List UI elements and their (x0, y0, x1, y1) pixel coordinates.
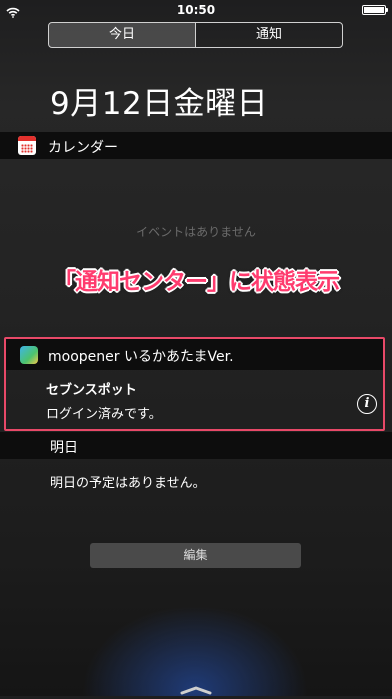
battery-icon (362, 5, 388, 15)
no-events-message: イベントはありません (136, 225, 256, 239)
date-heading: 9月12日金曜日 (50, 86, 269, 122)
chevron-grabber-icon[interactable] (180, 680, 212, 699)
calendar-section-header[interactable]: カレンダー (0, 132, 392, 159)
tomorrow-message: 明日の予定はありません。 (50, 476, 206, 491)
widget-highlight-frame (4, 337, 385, 431)
tomorrow-section-header: 明日 (0, 432, 392, 459)
status-bar: 10:50 (0, 0, 392, 20)
tab-today[interactable]: 今日 (49, 23, 196, 47)
tomorrow-section-title: 明日 (50, 440, 78, 456)
edit-button[interactable]: 編集 (90, 543, 301, 568)
annotation-banner: 「通知センター」に状態表示 (53, 269, 340, 295)
status-time: 10:50 (176, 3, 216, 17)
view-segmented-control[interactable]: 今日 通知 (48, 22, 343, 48)
calendar-icon (18, 136, 36, 155)
tab-notifications[interactable]: 通知 (196, 23, 342, 47)
calendar-section-title: カレンダー (48, 140, 118, 156)
